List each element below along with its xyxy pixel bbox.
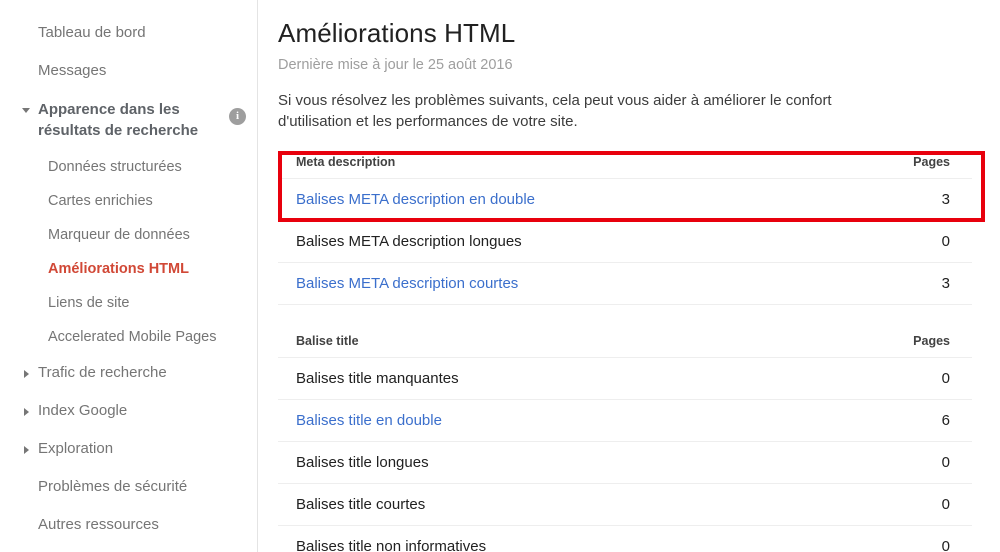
info-icon[interactable]: i: [229, 108, 246, 125]
sidebar-item-problemes-de-securite[interactable]: Problèmes de sécurité: [0, 468, 257, 506]
sidebar-item-messages[interactable]: Messages: [0, 52, 257, 90]
issue-count-cell: 0: [840, 525, 972, 552]
issue-label: Balises title non informatives: [296, 538, 487, 552]
sidebar-item-label: Trafic de recherche: [38, 364, 167, 381]
sidebar-item-autres-ressources[interactable]: Autres ressources: [0, 506, 257, 544]
issue-name-cell: Balises title manquantes: [278, 357, 840, 400]
issue-name-cell: Balises META description courtes: [278, 262, 840, 305]
issue-table-section: Meta description Pages Balises META descri…: [278, 149, 972, 305]
sidebar-item-index-google[interactable]: Index Google: [0, 392, 257, 430]
sidebar-item-ameliorations-html[interactable]: Améliorations HTML: [0, 252, 257, 286]
table-row: Balises META description longues 0: [278, 220, 972, 263]
sidebar-item-label: Problèmes de sécurité: [38, 478, 188, 495]
table-row: Balises title non informatives 0: [278, 525, 972, 552]
table-header-row: Balise title Pages: [278, 328, 972, 358]
issue-label: Balises META description longues: [296, 233, 522, 250]
table-header-pages: Pages: [840, 328, 972, 358]
issue-table-section: Balise title Pages Balises title manquante…: [278, 328, 972, 552]
table-header-pages: Pages: [840, 149, 972, 179]
sidebar-item-list: Tableau de bord Messages Apparence dans le…: [0, 14, 257, 544]
issue-count-cell: 6: [840, 399, 972, 442]
sidebar-item-trafic-de-recherche[interactable]: Trafic de recherche: [0, 354, 257, 392]
issue-label: Balises title longues: [296, 454, 429, 471]
table-row: Balises title manquantes 0: [278, 357, 972, 400]
sidebar-item-label: Messages: [38, 62, 107, 79]
main-content: Améliorations HTML Dernière mise à jour …: [258, 0, 1000, 552]
table-header-row: Meta description Pages: [278, 149, 972, 179]
sidebar-item-label: Cartes enrichies: [48, 193, 153, 209]
google-search-console-page: Tableau de bord Messages Apparence dans le…: [0, 0, 1000, 552]
intro-paragraph: Si vous résolvez les problèmes suivants,…: [278, 92, 832, 130]
sidebar-item-marqueur-de-donnees[interactable]: Marqueur de données: [0, 218, 257, 252]
sidebar-item-label: Tableau de bord: [38, 24, 146, 41]
table-row: Balises title en double 6: [278, 399, 972, 442]
issue-table: Meta description Pages Balises META descri…: [278, 149, 972, 305]
table-header-category: Meta description: [278, 149, 840, 179]
sidebar-nav: Tableau de bord Messages Apparence dans le…: [0, 0, 258, 552]
last-updated-text: Dernière mise à jour le 25 août 2016: [278, 57, 513, 73]
table-row: Balises title longues 0: [278, 441, 972, 484]
page-title: Améliorations HTML: [278, 18, 516, 48]
sidebar-item-label: Accelerated Mobile Pages: [48, 329, 217, 345]
sidebar-item-label: Apparence dans les résultats de recherch…: [38, 101, 199, 139]
issue-count-cell: 0: [840, 441, 972, 484]
issue-count-cell: 0: [840, 357, 972, 400]
issue-name-cell: Balises title non informatives: [278, 525, 840, 552]
sidebar-item-tableau-de-bord[interactable]: Tableau de bord: [0, 14, 257, 52]
sidebar-item-label: Données structurées: [48, 159, 182, 175]
sidebar-item-label: Index Google: [38, 402, 128, 419]
table-row: Balises META description courtes 3: [278, 262, 972, 305]
issue-table: Balise title Pages Balises title manquante…: [278, 328, 972, 552]
sidebar-item-label: Améliorations HTML: [48, 261, 189, 277]
sidebar-item-label: Liens de site: [48, 295, 130, 311]
sidebar-item-label: Exploration: [38, 440, 114, 457]
issue-name-cell: Balises title longues: [278, 441, 840, 484]
issue-link[interactable]: Balises META description en double: [296, 191, 535, 208]
issue-name-cell: Balises title courtes: [278, 483, 840, 526]
sidebar-item-cartes-enrichies[interactable]: Cartes enrichies: [0, 184, 257, 218]
issue-name-cell: Balises META description en double: [278, 178, 840, 221]
sidebar-item-liens-de-site[interactable]: Liens de site: [0, 286, 257, 320]
table-header-category: Balise title: [278, 328, 840, 358]
issue-label: Balises title manquantes: [296, 370, 459, 387]
issue-tables: Meta description Pages Balises META descri…: [278, 149, 972, 552]
issue-count-cell: 0: [840, 220, 972, 263]
issue-count-cell: 3: [840, 262, 972, 305]
sidebar-item-label: Autres ressources: [38, 516, 159, 533]
sidebar-item-exploration[interactable]: Exploration: [0, 430, 257, 468]
issue-count-cell: 0: [840, 483, 972, 526]
table-row: Balises META description en double 3: [278, 178, 972, 221]
sidebar-item-donnees-structurees[interactable]: Données structurées: [0, 150, 257, 184]
issue-label: Balises title courtes: [296, 496, 426, 513]
sidebar-item-label: Marqueur de données: [48, 227, 190, 243]
sidebar-item-apparence-dans-les-resultats-de-recherche[interactable]: Apparence dans les résultats de recherch…: [0, 90, 257, 150]
issue-count-cell: 3: [840, 178, 972, 221]
sidebar-item-accelerated-mobile-pages[interactable]: Accelerated Mobile Pages: [0, 320, 257, 354]
issue-link[interactable]: Balises META description courtes: [296, 275, 518, 292]
issue-name-cell: Balises title en double: [278, 399, 840, 442]
issue-link[interactable]: Balises title en double: [296, 412, 442, 429]
table-row: Balises title courtes 0: [278, 483, 972, 526]
issue-name-cell: Balises META description longues: [278, 220, 840, 263]
